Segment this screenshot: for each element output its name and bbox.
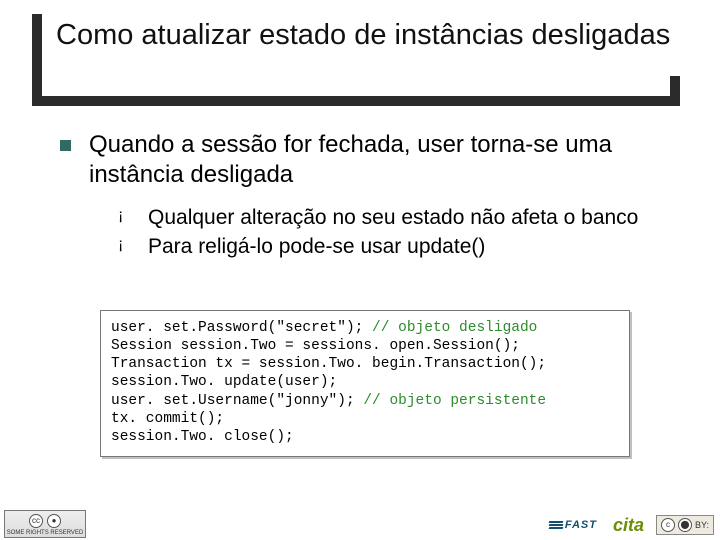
code-box: user. set.Password("secret"); // objeto … xyxy=(100,310,630,457)
square-bullet-icon xyxy=(60,140,71,151)
bullet-level1: Quando a sessão for fechada, user torna-… xyxy=(60,130,680,190)
title-area: Como atualizar estado de instâncias desl… xyxy=(32,14,680,63)
bullet-level2-group: ¡ Qualquer alteração no seu estado não a… xyxy=(118,204,680,261)
by-license-badge: c ⬤ BY: xyxy=(656,515,714,535)
cc-circle-icon: ● xyxy=(47,514,61,528)
circle-bullet-icon: ¡ xyxy=(118,206,138,227)
bullet-level2-text: Qualquer alteração no seu estado não afe… xyxy=(148,204,638,231)
person-small-icon: ⬤ xyxy=(678,518,692,532)
footer: cc ● SOME RIGHTS RESERVED FAST cita c ⬤ … xyxy=(0,504,720,540)
cita-logo: cita xyxy=(609,514,648,536)
bullet-level1-text: Quando a sessão for fechada, user torna-… xyxy=(89,130,680,190)
bullet-level2-text: Para religá-lo pode-se usar update() xyxy=(148,233,485,260)
cc-license-badge: cc ● SOME RIGHTS RESERVED xyxy=(4,510,86,538)
cc-small-icon: c xyxy=(661,518,675,532)
circle-bullet-icon: ¡ xyxy=(118,235,138,256)
body-content: Quando a sessão for fechada, user torna-… xyxy=(60,130,680,263)
bullet-level2: ¡ Para religá-lo pode-se usar update() xyxy=(118,233,680,260)
fast-stripes-icon xyxy=(549,520,563,530)
cc-text: SOME RIGHTS RESERVED xyxy=(7,530,84,536)
cc-circle-icon: cc xyxy=(29,514,43,528)
fast-logo: FAST xyxy=(545,514,601,536)
slide: Como atualizar estado de instâncias desl… xyxy=(0,0,720,540)
bullet-level2: ¡ Qualquer alteração no seu estado não a… xyxy=(118,204,680,231)
code-content: user. set.Password("secret"); // objeto … xyxy=(111,319,619,446)
footer-logos: FAST cita c ⬤ BY: xyxy=(545,514,714,536)
slide-title: Como atualizar estado de instâncias desl… xyxy=(32,14,680,63)
